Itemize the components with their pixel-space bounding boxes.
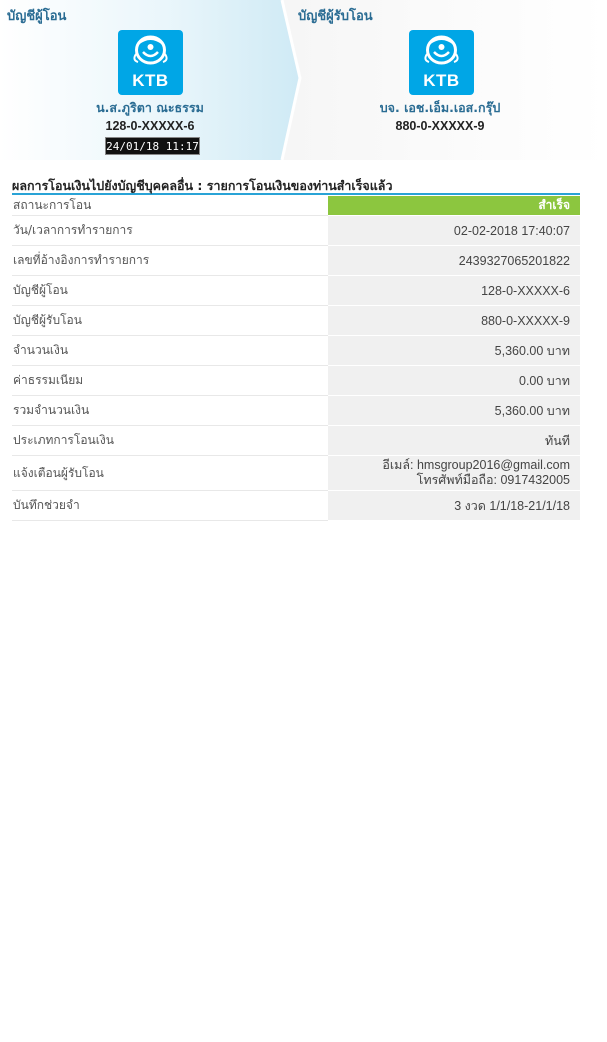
- table-row: แจ้งเตือนผู้รับโอน อีเมล์: hmsgroup2016@…: [12, 455, 580, 491]
- table-row: ประเภทการโอนเงิน ทันที: [12, 425, 580, 456]
- ktb-logo-text: KTB: [132, 71, 169, 90]
- ktb-logo-icon: KTB: [409, 30, 474, 95]
- table-row: รวมจำนวนเงิน 5,360.00 บาท: [12, 395, 580, 426]
- ktb-logo-text: KTB: [423, 71, 460, 90]
- to-account-label: บัญชีผู้รับโอน: [12, 305, 328, 336]
- datetime-label: วัน/เวลาการทำรายการ: [12, 215, 328, 246]
- notify-value: อีเมล์: hmsgroup2016@gmail.com โทรศัพท์ม…: [328, 455, 580, 491]
- timestamp-stamp: 24/01/18 11:17: [105, 137, 200, 155]
- fee-label: ค่าธรรมเนียม: [12, 365, 328, 396]
- total-label: รวมจำนวนเงิน: [12, 395, 328, 426]
- sender-account-name: น.ส.ภูริตา ณะธรรม: [96, 100, 204, 115]
- transfer-summary-banner: บัญชีผู้โอน KTB น.ส.ภูริตา ณะธรรม 128-0-…: [0, 0, 607, 160]
- recipient-panel: บัญชีผู้รับโอน KTB บจ. เอช.เอ็ม.เอส.กรุ๊…: [290, 0, 590, 160]
- status-badge: สำเร็จ: [328, 196, 580, 216]
- result-heading-text: ผลการโอนเงินไปยังบัญชีบุคคลอื่น : รายการ…: [12, 178, 393, 193]
- recipient-panel-title: บัญชีผู้รับโอน: [298, 9, 373, 24]
- memo-value: 3 งวด 1/1/18-21/1/18: [328, 490, 580, 521]
- transfer-type-value: ทันที: [328, 425, 580, 456]
- table-row: บัญชีผู้โอน 128-0-XXXXX-6: [12, 275, 580, 306]
- status-label: สถานะการโอน: [12, 196, 328, 216]
- reference-label: เลขที่อ้างอิงการทำรายการ: [12, 245, 328, 276]
- recipient-account-name: บจ. เอช.เอ็ม.เอส.กรุ๊ป: [379, 100, 501, 115]
- from-account-label: บัญชีผู้โอน: [12, 275, 328, 306]
- transfer-type-label: ประเภทการโอนเงิน: [12, 425, 328, 456]
- reference-value: 2439327065201822: [328, 245, 580, 276]
- total-value: 5,360.00 บาท: [328, 395, 580, 426]
- recipient-account-number: 880-0-XXXXX-9: [395, 119, 485, 133]
- fee-value: 0.00 บาท: [328, 365, 580, 396]
- sender-account-number: 128-0-XXXXX-6: [105, 119, 195, 133]
- table-row: สถานะการโอน สำเร็จ: [12, 196, 580, 216]
- sender-panel: บัญชีผู้โอน KTB น.ส.ภูริตา ณะธรรม 128-0-…: [0, 0, 300, 160]
- notify-label: แจ้งเตือนผู้รับโอน: [12, 455, 328, 491]
- ktb-logo-icon: KTB: [118, 30, 183, 95]
- table-row: จำนวนเงิน 5,360.00 บาท: [12, 335, 580, 366]
- table-row: ค่าธรรมเนียม 0.00 บาท: [12, 365, 580, 396]
- table-row: บัญชีผู้รับโอน 880-0-XXXXX-9: [12, 305, 580, 336]
- sender-panel-title: บัญชีผู้โอน: [7, 9, 67, 24]
- to-account-value: 880-0-XXXXX-9: [328, 305, 580, 336]
- notify-email: อีเมล์: hmsgroup2016@gmail.com: [382, 458, 570, 472]
- from-account-value: 128-0-XXXXX-6: [328, 275, 580, 306]
- datetime-value: 02-02-2018 17:40:07: [328, 215, 580, 246]
- table-row: เลขที่อ้างอิงการทำรายการ 243932706520182…: [12, 245, 580, 276]
- result-heading: ผลการโอนเงินไปยังบัญชีบุคคลอื่น : รายการ…: [12, 175, 580, 195]
- table-row: วัน/เวลาการทำรายการ 02-02-2018 17:40:07: [12, 215, 580, 246]
- amount-value: 5,360.00 บาท: [328, 335, 580, 366]
- table-row: บันทึกช่วยจำ 3 งวด 1/1/18-21/1/18: [12, 490, 580, 521]
- memo-label: บันทึกช่วยจำ: [12, 490, 328, 521]
- notify-phone: โทรศัพท์มือถือ: 0917432005: [416, 473, 570, 487]
- transfer-details-table: สถานะการโอน สำเร็จ วัน/เวลาการทำรายการ 0…: [12, 196, 580, 521]
- amount-label: จำนวนเงิน: [12, 335, 328, 366]
